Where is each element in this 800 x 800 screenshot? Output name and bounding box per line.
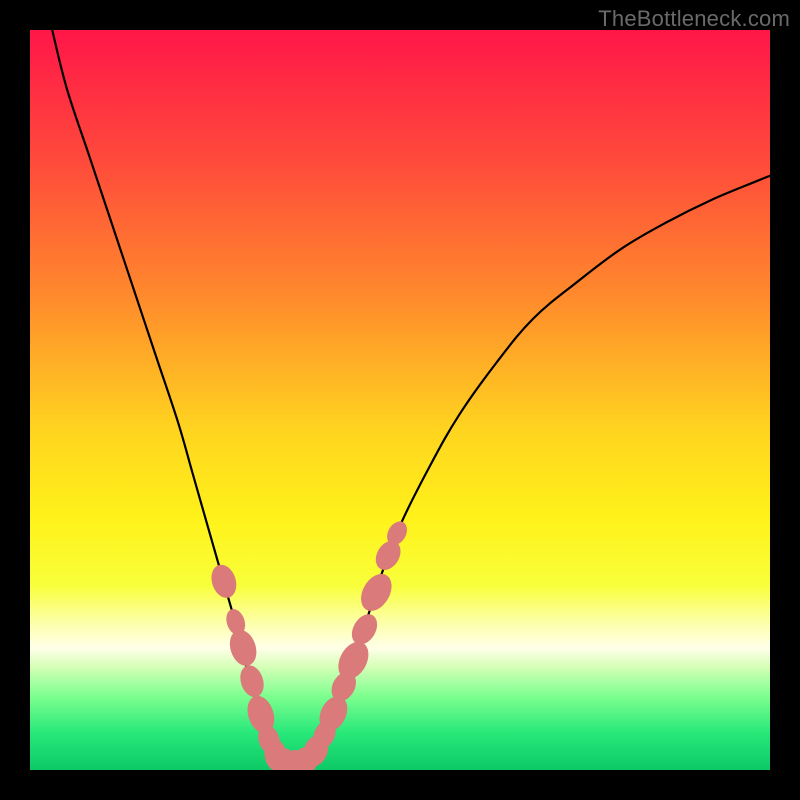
gradient-background — [30, 30, 770, 770]
watermark-text: TheBottleneck.com — [598, 6, 790, 32]
chart-frame: TheBottleneck.com — [0, 0, 800, 800]
plot-area — [30, 30, 770, 770]
plot-svg — [30, 30, 770, 770]
